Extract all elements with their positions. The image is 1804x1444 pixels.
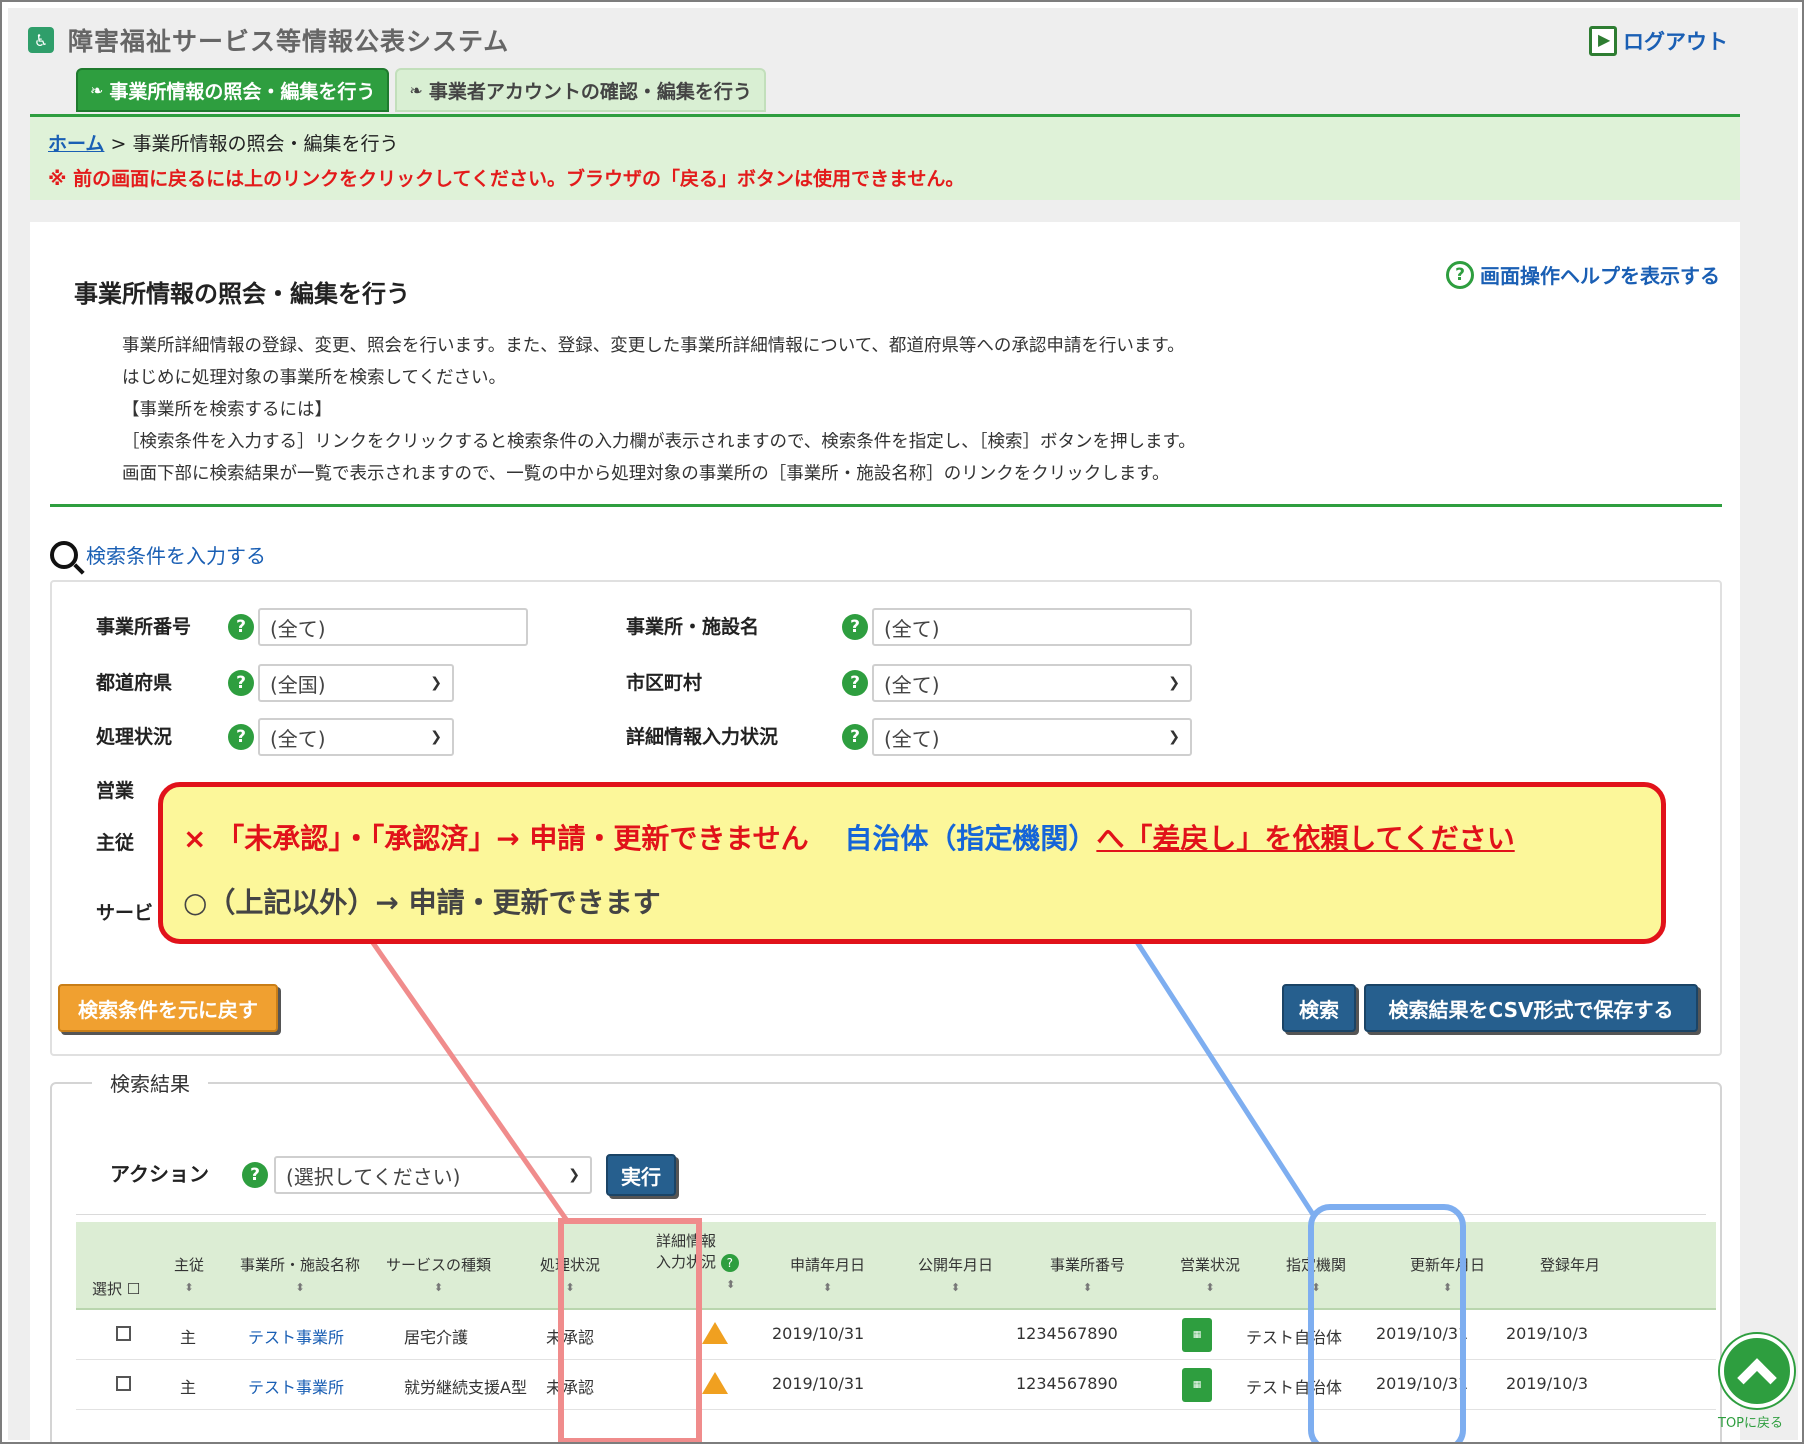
annotation-connectors bbox=[361, 858, 1317, 1224]
screenshot-frame: ♿ 障害福祉サービス等情報公表システム ログアウト ❧ 事業所情報の照会・編集を… bbox=[0, 0, 1804, 1444]
callout-red-text: × 「未承認」・「承認済」→ 申請・更新できません bbox=[183, 822, 809, 855]
callout-line-1: × 「未承認」・「承認済」→ 申請・更新できません 自治体（指定機関）へ「差戻し… bbox=[183, 817, 1515, 857]
annotation-callout: × 「未承認」・「承認済」→ 申請・更新できません 自治体（指定機関）へ「差戻し… bbox=[158, 782, 1666, 944]
back-to-top-label: TOPに戻る bbox=[1718, 1416, 1784, 1431]
callout-blue-text: 自治体（指定機関） bbox=[844, 822, 1097, 855]
app-shell: ♿ 障害福祉サービス等情報公表システム ログアウト ❧ 事業所情報の照会・編集を… bbox=[8, 8, 1798, 1442]
back-to-top-button[interactable] bbox=[1720, 1334, 1794, 1408]
callout-line-2: ○（上記以外）→ 申請・更新できます bbox=[183, 886, 661, 919]
callout-request-tail: てください bbox=[1375, 822, 1515, 855]
chevron-up-icon bbox=[1737, 1358, 1777, 1398]
process-status-highlight bbox=[558, 1218, 702, 1442]
callout-request-text: へ「差戻し」を依頼し bbox=[1096, 822, 1376, 855]
red-connector-line bbox=[361, 928, 571, 1224]
agency-highlight bbox=[1308, 1204, 1466, 1442]
